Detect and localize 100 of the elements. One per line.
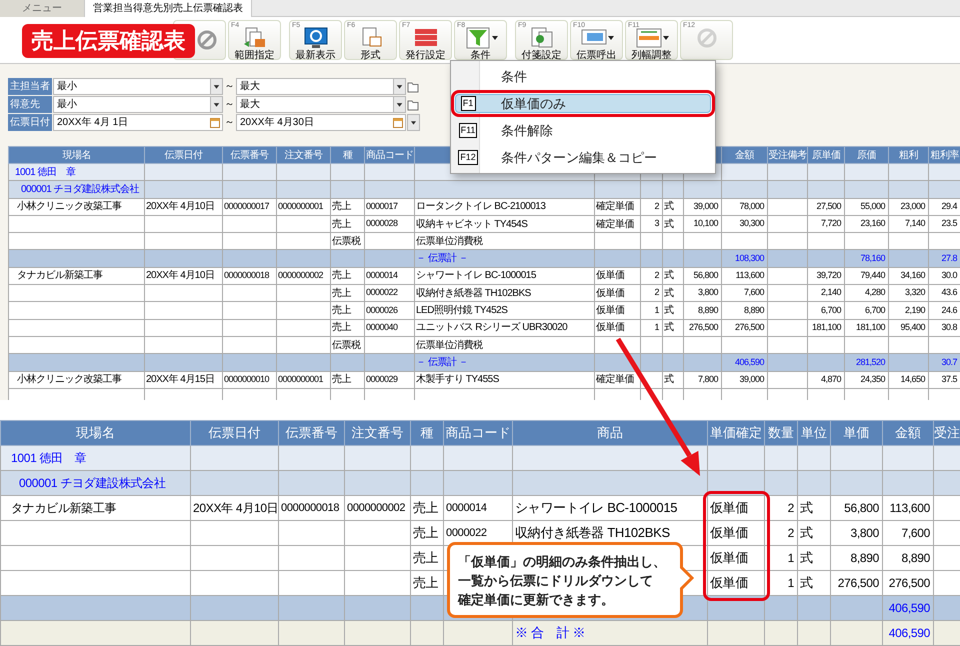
table-cell-text: 8,890 <box>696 304 720 317</box>
table-cell-text: 式 <box>664 372 674 388</box>
menu-item[interactable]: F11 条件解除 <box>451 117 715 144</box>
table-cell-text: 0000000017 <box>224 200 270 213</box>
table-cell-text: 30.0 <box>940 269 958 282</box>
table-cell-text: 20XX年 4月10日 <box>146 269 216 284</box>
table-cell-text: 1001 徳田 章 <box>14 166 77 180</box>
table-cell-text: 23.5 <box>940 217 958 230</box>
table-cell-text: 0000022 <box>366 286 399 300</box>
menu-item[interactable]: F1 仮単価のみ <box>451 90 715 117</box>
table-cell-text: 売上 <box>412 524 440 542</box>
table-cell-text: 収納キャビネット TY454S <box>416 218 528 232</box>
dropdown-icon[interactable] <box>393 97 405 112</box>
date-field[interactable]: 20XX年 4月 1日 <box>53 114 223 131</box>
table-cell-text: タナカビル新築工事 <box>16 268 104 284</box>
table-cell-text: 276,500 <box>688 321 720 334</box>
table-cell-text: 式 <box>664 286 674 301</box>
ruler-icon <box>634 27 662 49</box>
table-cell-text: 0000022 <box>445 526 488 541</box>
table-cell-text: 27,500 <box>815 200 842 213</box>
table-cell-text: 伝票単位消費税 <box>416 338 484 353</box>
table-cell-text: 0000000002 <box>278 269 324 282</box>
table-cell-text: 2 <box>653 200 660 213</box>
table-cell-text: シャワートイレ BC-1000015 <box>514 499 678 518</box>
table-cell-text: 39,000 <box>692 200 720 213</box>
table-cell-text: 24.6 <box>940 304 958 317</box>
table-cell-text: ※ 合 計 ※ <box>514 624 586 642</box>
date-field[interactable]: 20XX年 4月30日 <box>236 114 406 131</box>
table-cell-text: 3,320 <box>904 286 926 300</box>
table-cell-text: 仮単価 <box>596 269 626 284</box>
table-cell-text: 4,280 <box>864 286 886 300</box>
table-cell-text: 伝票税 <box>332 338 362 353</box>
table-cell-text: 181,100 <box>854 321 886 334</box>
range-separator: ～ <box>224 80 235 94</box>
table-cell-text: 確定単価 <box>596 200 635 214</box>
calendar-icon <box>210 117 220 128</box>
table-cell-text: 確定単価 <box>596 218 635 232</box>
table-cell-text: 23,000 <box>899 200 926 213</box>
table-cell-text: 113,600 <box>734 269 766 282</box>
table-cell-text: 仮単価 <box>709 549 750 568</box>
column-header[interactable]: 現場名 <box>62 150 91 160</box>
folder-icon[interactable] <box>407 80 419 92</box>
table-cell-text: 式 <box>799 524 814 542</box>
table-cell-text: 0000000001 <box>278 200 324 213</box>
calendar-icon <box>393 117 403 128</box>
table-cell-text: 276,500 <box>836 575 880 592</box>
table-cell-text: 20XX年 4月10日 <box>146 200 216 214</box>
table-cell-text: 20XX年 4月10日 <box>192 500 278 517</box>
table-cell-text: 仮単価 <box>596 321 626 336</box>
table-cell-text: 56,800 <box>692 269 720 282</box>
table-cell-text: 6,700 <box>820 304 842 317</box>
table-cell-text: 0000014 <box>445 500 488 516</box>
dropdown-icon[interactable] <box>210 79 222 94</box>
table-cell-text: 売上 <box>332 304 352 318</box>
table-cell-text: 281,520 <box>854 356 886 369</box>
table-cell-text: － 伝票計 － <box>416 252 470 266</box>
dropdown-icon[interactable] <box>407 114 420 131</box>
table-cell-text: 8,890 <box>900 550 931 567</box>
table-cell-text: 7,720 <box>820 217 842 230</box>
table-cell-text: 2 <box>786 525 795 542</box>
table-cell-text: 30.8 <box>940 321 958 334</box>
table-cell-text: 10,100 <box>692 217 720 230</box>
table-cell-text: 79,440 <box>859 269 886 282</box>
table-cell-text: 2,190 <box>904 304 926 317</box>
table-cell-text: 6,700 <box>864 304 886 317</box>
table-cell-text: 3 <box>653 217 660 230</box>
folder-icon[interactable] <box>407 98 419 110</box>
table-cell-text: 伝票単位消費税 <box>416 234 484 249</box>
table-cell-text: 000001 チヨダ建設株式会社 <box>20 182 140 197</box>
table-cell-text: 2 <box>653 286 660 300</box>
table-cell-text: 39,000 <box>738 372 766 386</box>
table-cell-text: 30,300 <box>738 217 766 230</box>
select-field[interactable]: 最小 <box>53 96 223 113</box>
table-cell-text: 0000000010 <box>224 372 270 386</box>
table-cell-text: 108,300 <box>734 252 766 265</box>
select-field[interactable]: 最小 <box>53 78 223 95</box>
table-cell-text: 7,600 <box>742 286 766 300</box>
table-cell-text: 8,890 <box>849 550 880 567</box>
tab[interactable]: メニュー <box>0 0 85 17</box>
table-cell-text: 売上 <box>412 499 440 518</box>
table-cell-text: 30.7 <box>940 356 958 369</box>
column-header[interactable]: 種 <box>342 150 352 160</box>
table-cell-text: 小林クリニック改築工事 <box>16 200 122 214</box>
dropdown-icon[interactable] <box>210 97 222 112</box>
table-cell-text: 収納付き紙巻器 TH102BKS <box>416 286 532 301</box>
table-cell-text: 7,600 <box>900 525 931 542</box>
column-header[interactable]: 現場名 <box>76 425 115 440</box>
column-header[interactable]: 商品 <box>597 425 623 440</box>
dropdown-icon[interactable] <box>393 79 405 94</box>
table-cell-text: 1 <box>653 321 660 334</box>
table-cell-text: 収納付き紙巻器 TH102BKS <box>514 524 671 542</box>
table-cell-text: 3,800 <box>696 286 720 300</box>
table-cell-text: 式 <box>664 268 674 284</box>
menu-item[interactable]: 条件 <box>451 63 715 90</box>
filter-label: 伝票日付 <box>8 114 52 131</box>
table-cell-text: 2 <box>786 500 795 517</box>
tab[interactable]: 営業担当得意先別売上伝票確認表 <box>85 0 252 17</box>
table-cell-text: 406,590 <box>734 356 766 369</box>
filter-label: 得意先 <box>8 96 52 113</box>
menu-item[interactable]: F12 条件パターン編集＆コピー <box>451 144 715 171</box>
